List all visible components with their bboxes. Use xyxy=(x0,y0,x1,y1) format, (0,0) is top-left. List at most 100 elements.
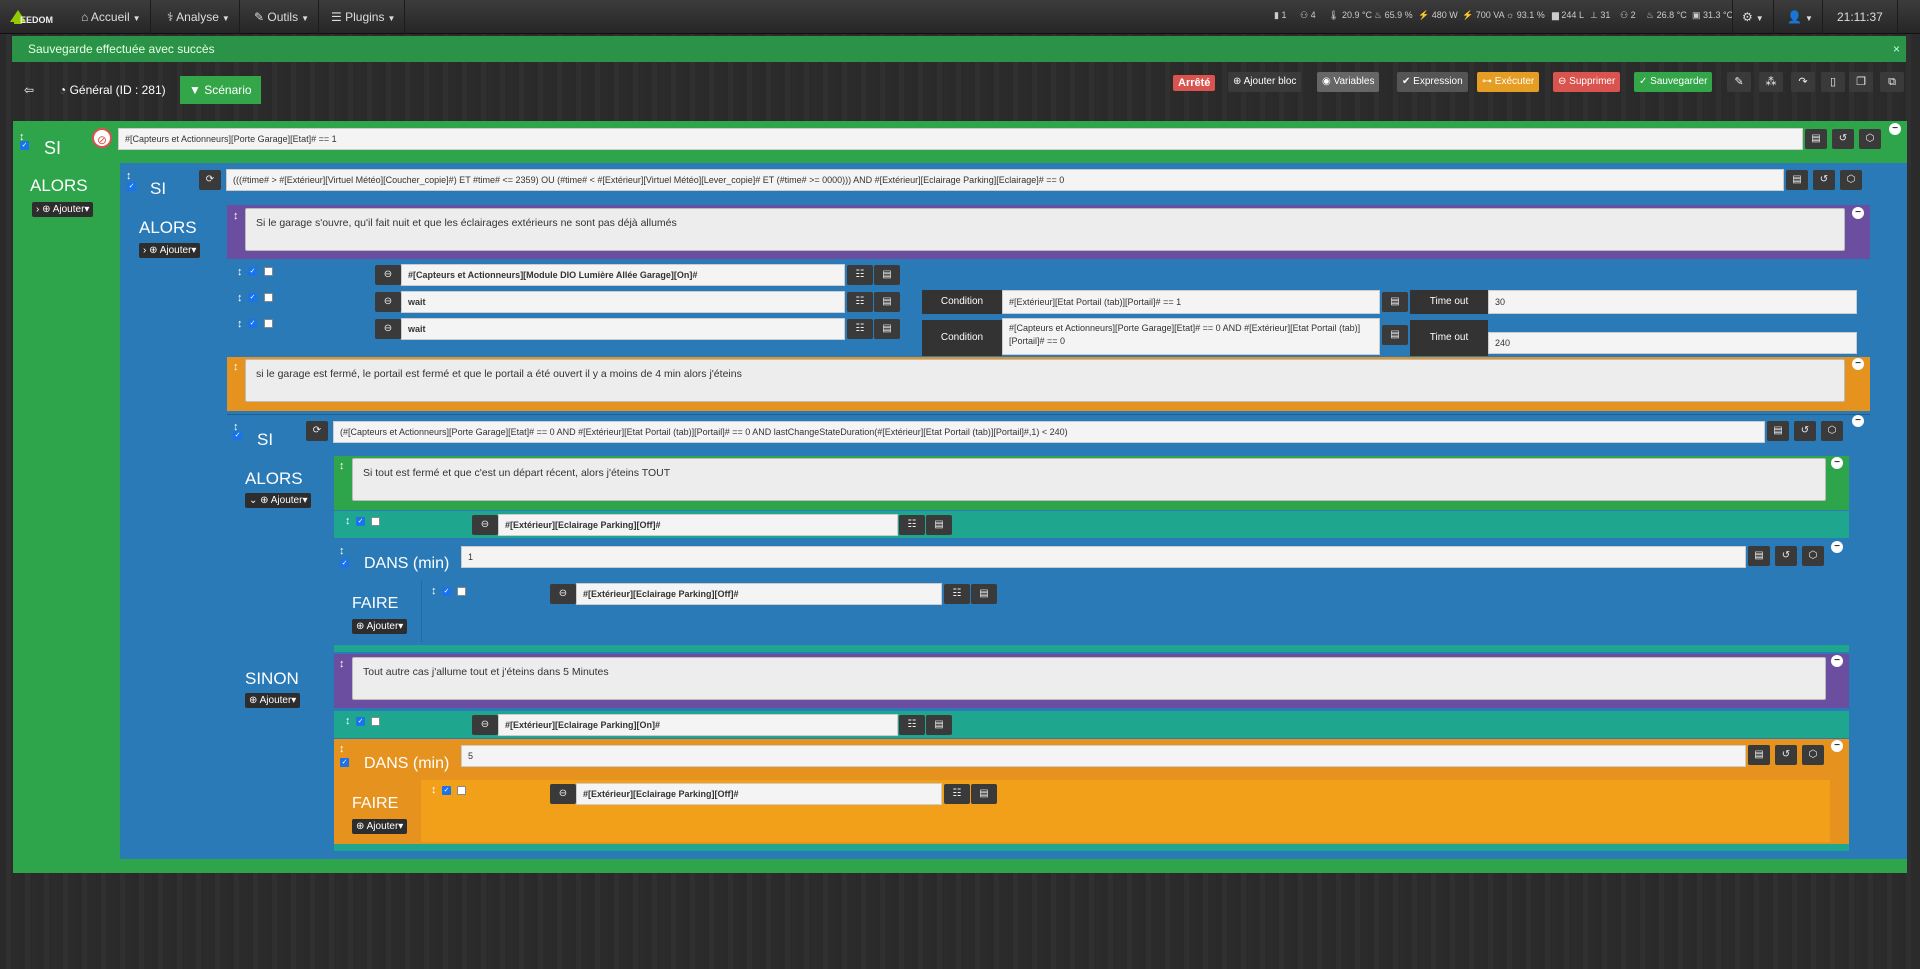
settings-menu[interactable]: ⚙ ▼ xyxy=(1732,0,1774,34)
condition-input[interactable]: (((#time# > #[Extérieur][Virtuel Météo][… xyxy=(226,169,1784,191)
options-icon[interactable]: ☷ xyxy=(899,515,925,535)
remove-action-icon[interactable]: ⊖ xyxy=(550,784,576,804)
enable-checkbox[interactable]: ✓ xyxy=(20,141,29,150)
close-icon[interactable]: × xyxy=(1893,36,1900,62)
drag-handle-icon[interactable]: ↕ xyxy=(237,266,243,278)
async-checkbox[interactable] xyxy=(371,517,380,526)
timeout-input[interactable]: 240 xyxy=(1488,332,1857,354)
remove-icon[interactable]: − xyxy=(1831,655,1843,667)
enable-checkbox[interactable]: ✓ xyxy=(356,517,365,526)
condition-input[interactable]: #[Capteurs et Actionneurs][Porte Garage]… xyxy=(1002,318,1380,355)
action-input[interactable]: wait xyxy=(401,291,845,313)
list-icon[interactable]: ▤ xyxy=(874,319,900,339)
expression-button[interactable]: ✔ Expression xyxy=(1397,72,1468,92)
collapse-icon[interactable]: − xyxy=(1831,541,1843,553)
enable-checkbox[interactable]: ✓ xyxy=(248,267,257,276)
async-checkbox[interactable] xyxy=(264,319,273,328)
enable-checkbox[interactable]: ✓ xyxy=(442,786,451,795)
action-input[interactable]: #[Extérieur][Eclairage Parking][Off]# xyxy=(576,783,942,805)
options-icon[interactable]: ☷ xyxy=(847,292,873,312)
enable-checkbox[interactable]: ✓ xyxy=(248,319,257,328)
share-icon[interactable]: ↷ xyxy=(1791,72,1815,92)
drag-handle-icon[interactable]: ↕ xyxy=(339,460,345,472)
menu-accueil[interactable]: ⌂ Accueil ▼ xyxy=(72,0,151,34)
remove-icon[interactable]: − xyxy=(1852,358,1864,370)
condition-input[interactable]: #[Capteurs et Actionneurs][Porte Garage]… xyxy=(118,128,1803,150)
delay-input[interactable]: 5 xyxy=(461,745,1746,767)
list-icon[interactable]: ▤ xyxy=(874,265,900,285)
list-icon[interactable]: ▤ xyxy=(1748,546,1770,566)
comment-textarea[interactable]: si le garage est fermé, le portail est f… xyxy=(245,359,1845,402)
action-input[interactable]: wait xyxy=(401,318,845,340)
refresh-icon[interactable]: ⟳ xyxy=(199,170,221,190)
file-icon[interactable]: ▯ xyxy=(1821,72,1845,92)
execute-button[interactable]: ⊶ Exécuter xyxy=(1477,72,1540,92)
drag-handle-icon[interactable]: ↕ xyxy=(126,170,132,182)
copy-icon[interactable]: ❐ xyxy=(1849,72,1873,92)
options-icon[interactable]: ☷ xyxy=(944,584,970,604)
remove-action-icon[interactable]: ⊖ xyxy=(550,584,576,604)
list-icon[interactable]: ▤ xyxy=(1767,421,1789,441)
remove-icon[interactable]: − xyxy=(1852,207,1864,219)
condition-input[interactable]: (#[Capteurs et Actionneurs][Porte Garage… xyxy=(333,421,1765,443)
list-icon[interactable]: ▤ xyxy=(1748,745,1770,765)
cube-icon[interactable]: ⬡ xyxy=(1802,745,1824,765)
drag-handle-icon[interactable]: ↕ xyxy=(345,515,351,527)
cubes-icon[interactable]: ⁂ xyxy=(1759,72,1783,92)
drag-handle-icon[interactable]: ↕ xyxy=(339,743,345,755)
enable-checkbox[interactable]: ✓ xyxy=(442,587,451,596)
refresh-icon[interactable]: ⟳ xyxy=(306,421,328,441)
comment-textarea[interactable]: Tout autre cas j'allume tout et j'éteins… xyxy=(352,657,1826,700)
remove-action-icon[interactable]: ⊖ xyxy=(375,292,401,312)
list-icon[interactable]: ▤ xyxy=(971,784,997,804)
list-icon[interactable]: ▤ xyxy=(971,584,997,604)
async-checkbox[interactable] xyxy=(457,786,466,795)
stop-icon[interactable]: ⊘ xyxy=(92,128,112,148)
template-icon[interactable]: ⧉ xyxy=(1880,72,1904,92)
history-icon[interactable]: ↺ xyxy=(1775,745,1797,765)
remove-action-icon[interactable]: ⊖ xyxy=(472,715,498,735)
history-icon[interactable]: ↺ xyxy=(1832,129,1854,149)
drag-handle-icon[interactable]: ↕ xyxy=(431,784,437,796)
delay-input[interactable]: 1 xyxy=(461,546,1746,568)
enable-checkbox[interactable]: ✓ xyxy=(340,758,349,767)
timeout-input[interactable]: 30 xyxy=(1488,290,1857,314)
history-icon[interactable]: ↺ xyxy=(1775,546,1797,566)
menu-plugins[interactable]: ☰ Plugins ▼ xyxy=(322,0,406,34)
comment-textarea[interactable]: Si tout est fermé et que c'est un départ… xyxy=(352,458,1826,501)
list-icon[interactable]: ▤ xyxy=(874,292,900,312)
menu-analyse[interactable]: ⚕ Analyse ▼ xyxy=(158,0,240,34)
async-checkbox[interactable] xyxy=(264,293,273,302)
options-icon[interactable]: ☷ xyxy=(944,784,970,804)
drag-handle-icon[interactable]: ↕ xyxy=(345,715,351,727)
history-icon[interactable]: ↺ xyxy=(1813,170,1835,190)
menu-outils[interactable]: ✎ Outils ▼ xyxy=(245,0,319,34)
options-icon[interactable]: ☷ xyxy=(847,319,873,339)
add-block-button[interactable]: ⊕ Ajouter bloc xyxy=(1228,72,1302,92)
enable-checkbox[interactable]: ✓ xyxy=(340,559,349,568)
save-button[interactable]: ✓ Sauvegarder xyxy=(1634,72,1713,92)
remove-action-icon[interactable]: ⊖ xyxy=(375,319,401,339)
cube-icon[interactable]: ⬡ xyxy=(1840,170,1862,190)
add-button[interactable]: ⌄ ⊕ Ajouter▾ xyxy=(245,493,312,508)
enable-checkbox[interactable]: ✓ xyxy=(248,293,257,302)
collapse-icon[interactable]: − xyxy=(1889,123,1901,135)
tab-general[interactable]: ◔ Général (ID : 281) xyxy=(50,76,175,104)
list-icon[interactable]: ▤ xyxy=(1382,292,1408,312)
condition-input[interactable]: #[Extérieur][Etat Portail (tab)][Portail… xyxy=(1002,290,1380,314)
cube-icon[interactable]: ⬡ xyxy=(1859,129,1881,149)
list-icon[interactable]: ▤ xyxy=(1786,170,1808,190)
drag-handle-icon[interactable]: ↕ xyxy=(339,545,345,557)
add-button[interactable]: ⊕ Ajouter▾ xyxy=(352,819,408,834)
action-input[interactable]: #[Capteurs et Actionneurs][Module DIO Lu… xyxy=(401,264,845,286)
variables-button[interactable]: ◉ Variables xyxy=(1317,72,1380,92)
add-button[interactable]: › ⊕ Ajouter▾ xyxy=(139,243,201,258)
drag-handle-icon[interactable]: ↕ xyxy=(237,292,243,304)
drag-handle-icon[interactable]: ↕ xyxy=(339,658,345,670)
history-icon[interactable]: ↺ xyxy=(1794,421,1816,441)
cube-icon[interactable]: ⬡ xyxy=(1802,546,1824,566)
list-icon[interactable]: ▤ xyxy=(1382,325,1408,345)
remove-action-icon[interactable]: ⊖ xyxy=(472,515,498,535)
add-button[interactable]: › ⊕ Ajouter▾ xyxy=(32,202,94,217)
add-button[interactable]: ⊕ Ajouter▾ xyxy=(352,619,408,634)
